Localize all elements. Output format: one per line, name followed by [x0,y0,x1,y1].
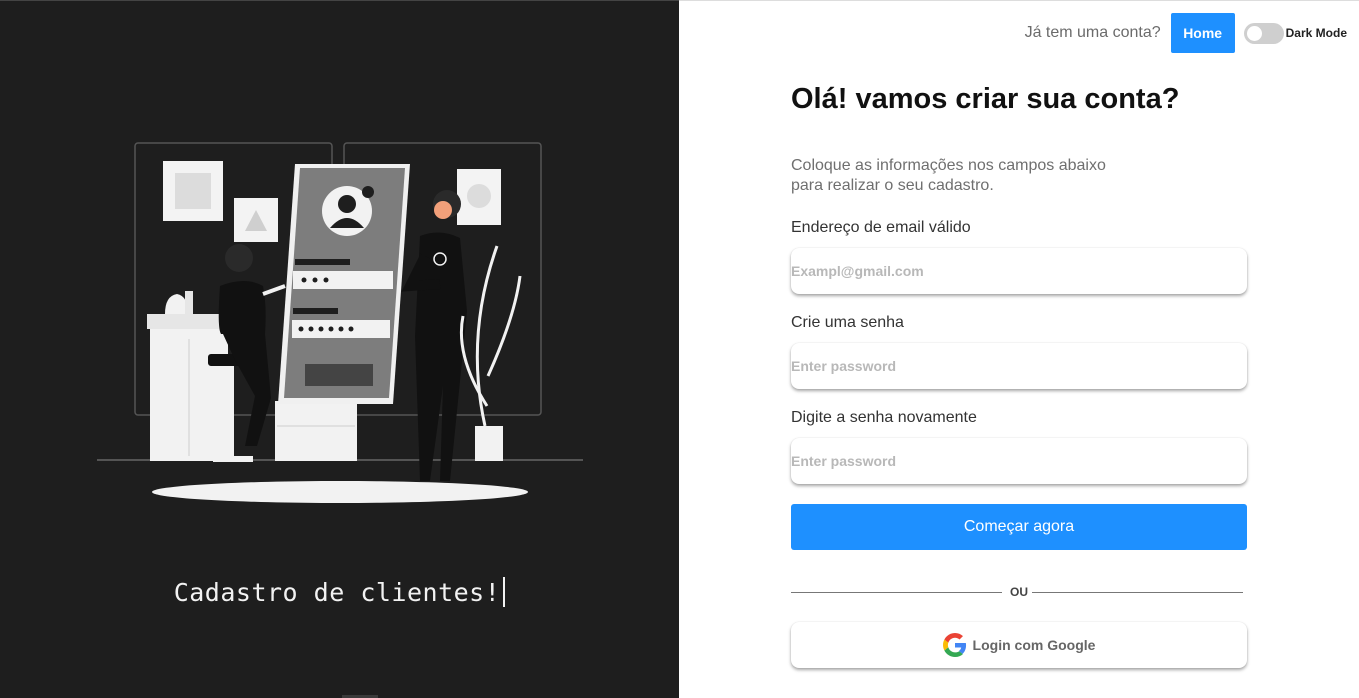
right-panel: Já tem uma conta? Home Dark Mode Olá! va… [679,0,1359,698]
toggle-knob [1246,25,1262,41]
confirm-password-field[interactable] [791,438,1247,484]
tagline: Cadastro de clientes! [0,577,679,607]
page-title: Olá! vamos criar sua conta? [791,83,1180,115]
left-panel: Cadastro de clientes! [0,0,679,698]
page-subtitle: Coloque as informações nos campos abaixo… [791,156,1171,196]
submit-button[interactable]: Começar agora [791,504,1247,550]
tagline-text: Cadastro de clientes! [173,578,501,607]
confirm-password-label: Digite a senha novamente [791,409,977,426]
divider-line-right [1032,592,1243,593]
email-field[interactable] [791,248,1247,294]
dark-mode-toggle[interactable] [1243,22,1284,44]
have-account-text: Já tem uma conta? [1024,24,1161,41]
google-login-label: Login com Google [972,637,1096,653]
subtitle-line-2: para realizar o seu cadastro. [791,177,994,194]
google-g-icon [942,633,966,657]
dark-mode-label: Dark Mode [1285,26,1347,40]
google-login-button[interactable]: Login com Google [791,622,1247,668]
topbar: Já tem uma conta? Home Dark Mode [1025,13,1347,53]
home-button[interactable]: Home [1170,13,1235,53]
email-label: Endereço de email válido [791,219,971,236]
password-field[interactable] [791,343,1247,389]
text-cursor [503,577,506,607]
subtitle-line-1: Coloque as informações nos campos abaixo [791,157,1106,174]
password-label: Crie uma senha [791,314,904,331]
or-divider: OU [791,585,1247,599]
signup-illustration [97,142,583,503]
